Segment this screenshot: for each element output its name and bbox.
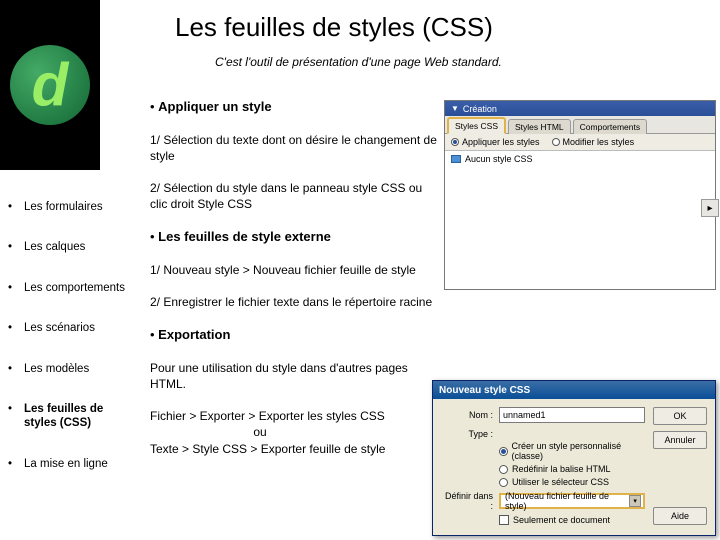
external-step2: 2/ Enregistrer le fichier texte dans le …: [150, 294, 440, 310]
edit-styles-radio[interactable]: Modifier les styles: [552, 137, 635, 147]
ok-button[interactable]: OK: [653, 407, 707, 425]
logo-letter: d: [32, 51, 69, 120]
only-doc-check[interactable]: Seulement ce document: [499, 515, 645, 525]
sidebar-item[interactable]: •Les calques: [0, 240, 144, 280]
panel-flyout-button[interactable]: ▸: [701, 199, 719, 217]
style-tag-icon: [451, 155, 461, 163]
sidebar-item[interactable]: •Les formulaires: [0, 200, 144, 240]
arrow-right-icon: ▸: [707, 203, 712, 214]
help-button[interactable]: Aide: [653, 507, 707, 525]
export-text: Pour une utilisation du style dans d'aut…: [150, 360, 440, 392]
sidebar-item[interactable]: •La mise en ligne: [0, 457, 144, 497]
name-label: Nom :: [441, 410, 493, 420]
sidebar-item-label: Les formulaires: [14, 200, 138, 214]
sidebar-item[interactable]: •Les comportements: [0, 281, 144, 321]
name-input[interactable]: unnamed1: [499, 407, 645, 423]
css-panel: ▼ Création Styles CSS Styles HTML Compor…: [444, 100, 716, 290]
list-item[interactable]: Aucun style CSS: [451, 154, 709, 164]
main-content: • Appliquer un style 1/ Sélection du tex…: [150, 98, 440, 457]
export-path1: Fichier > Exporter > Exporter les styles…: [150, 408, 440, 424]
external-step1: 1/ Nouveau style > Nouveau fichier feuil…: [150, 262, 440, 278]
define-select[interactable]: (Nouveau fichier feuille de style) ▾: [499, 493, 645, 509]
sidebar-item-label: La mise en ligne: [14, 457, 138, 471]
export-heading: • Exportation: [150, 326, 440, 344]
panel-toolbar: Appliquer les styles Modifier les styles: [445, 134, 715, 151]
logo-area: d: [0, 0, 100, 170]
sidebar-item-label: Les scénarios: [14, 321, 138, 335]
type-radios: Créer un style personnalisé (classe) Red…: [499, 441, 645, 487]
apply-step2: 2/ Sélection du style dans le panneau st…: [150, 180, 440, 212]
type-option-class[interactable]: Créer un style personnalisé (classe): [499, 441, 645, 461]
page-subtitle: C'est l'outil de présentation d'une page…: [215, 55, 710, 69]
sidebar-item[interactable]: •Les feuilles de styles (CSS): [0, 402, 144, 457]
export-path2: Texte > Style CSS > Exporter feuille de …: [150, 441, 440, 457]
sidebar-item-label: Les calques: [14, 240, 138, 254]
apply-styles-radio[interactable]: Appliquer les styles: [451, 137, 540, 147]
sidebar-item-label: Les modèles: [14, 362, 138, 376]
cancel-button[interactable]: Annuler: [653, 431, 707, 449]
type-option-tag[interactable]: Redéfinir la balise HTML: [499, 464, 645, 474]
panel-title: Création: [463, 104, 497, 114]
define-label: Définir dans :: [441, 491, 493, 511]
chevron-down-icon: ▾: [629, 495, 641, 507]
panel-tabs: Styles CSS Styles HTML Comportements: [445, 116, 715, 134]
dreamweaver-logo-icon: d: [10, 45, 90, 125]
header: Les feuilles de styles (CSS) C'est l'out…: [110, 12, 710, 69]
external-heading: • Les feuilles de style externe: [150, 228, 440, 246]
dialog-titlebar: Nouveau style CSS: [433, 381, 715, 399]
tab-behaviors[interactable]: Comportements: [573, 119, 647, 134]
sidebar-item[interactable]: •Les modèles: [0, 362, 144, 402]
type-option-selector[interactable]: Utiliser le sélecteur CSS: [499, 477, 645, 487]
sidebar-item-label: Les comportements: [14, 281, 138, 295]
type-label: Type :: [441, 429, 493, 439]
apply-step1: 1/ Sélection du texte dont on désire le …: [150, 132, 440, 164]
panel-titlebar[interactable]: ▼ Création: [445, 101, 715, 116]
sidebar-nav: •Les formulaires•Les calques•Les comport…: [0, 200, 144, 497]
export-or: ou: [150, 424, 370, 440]
panel-list: Aucun style CSS: [445, 151, 715, 271]
collapse-arrow-icon[interactable]: ▼: [451, 104, 459, 113]
tab-html[interactable]: Styles HTML: [508, 119, 571, 134]
checkbox-icon: [499, 515, 509, 525]
page-title: Les feuilles de styles (CSS): [175, 12, 710, 43]
new-style-dialog: Nouveau style CSS Nom : unnamed1 Type : …: [432, 380, 716, 536]
tab-css[interactable]: Styles CSS: [447, 117, 506, 134]
sidebar-item[interactable]: •Les scénarios: [0, 321, 144, 361]
sidebar-item-label: Les feuilles de styles (CSS): [14, 402, 138, 431]
apply-heading: • Appliquer un style: [150, 98, 440, 116]
